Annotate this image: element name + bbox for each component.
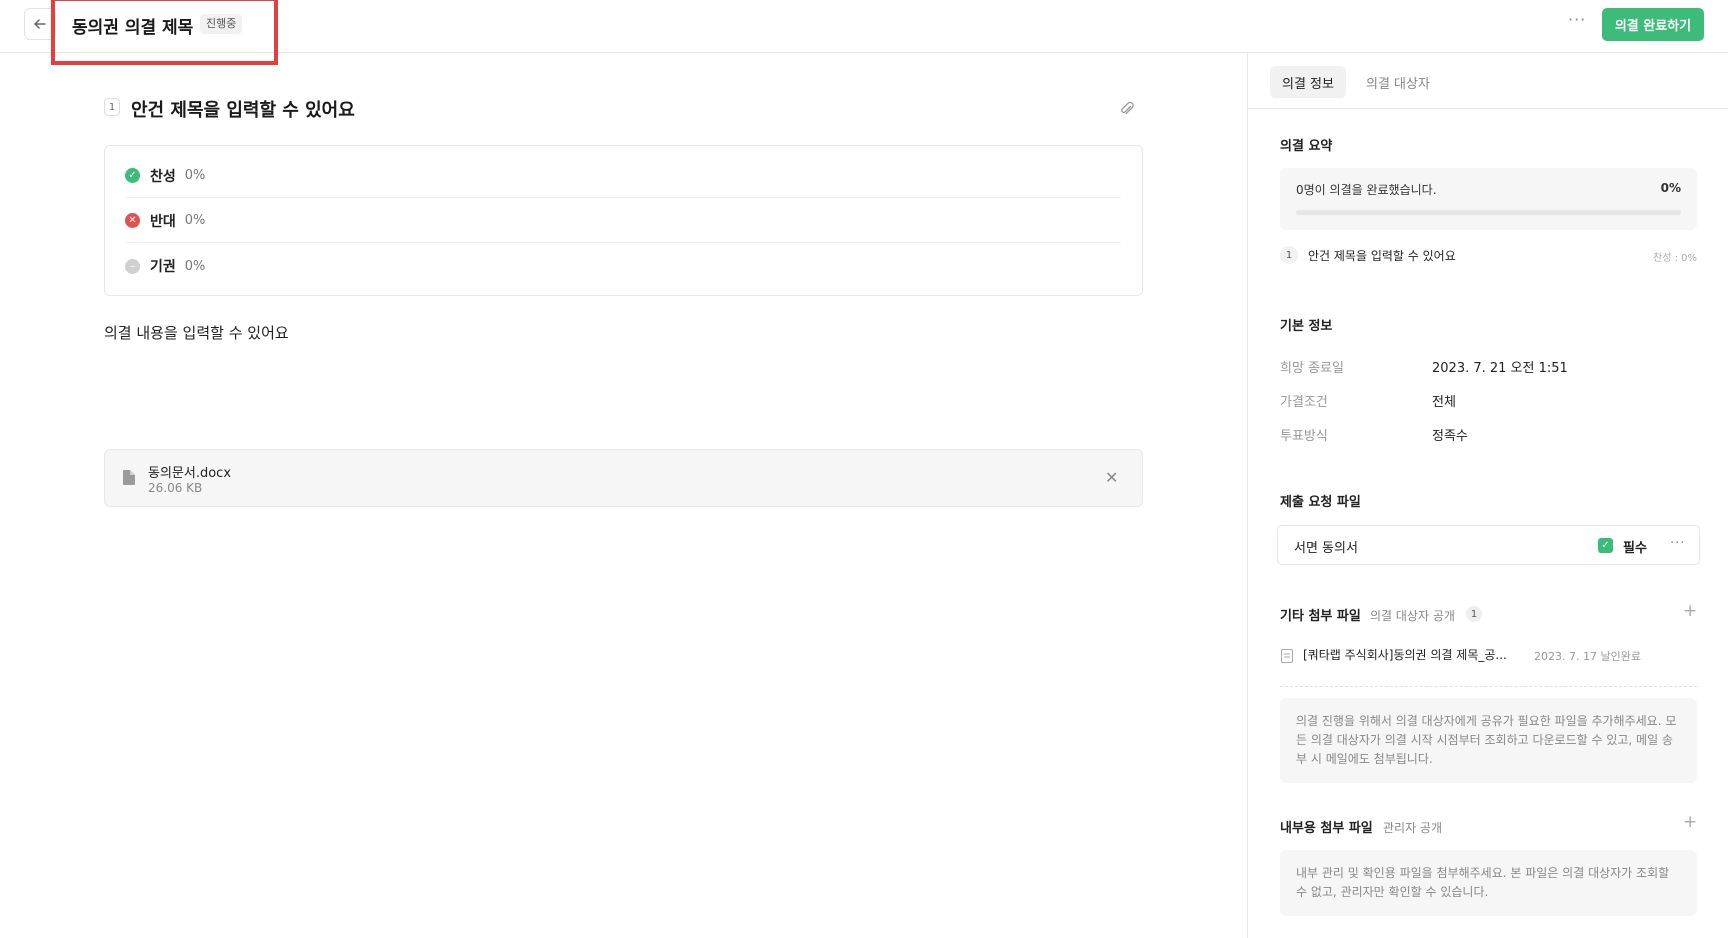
vote-row-reject: ✕ 반대 0% [125,199,1121,243]
internal-files-help: 내부 관리 및 확인용 파일을 첨부해주세요. 본 파일은 의결 대상자가 조회… [1280,850,1697,916]
internal-files-note: 관리자 공개 [1383,821,1443,835]
checkbox-icon[interactable]: ✓ [1598,538,1613,553]
check-circle-icon: ✓ [125,168,140,183]
summary-box: 0명이 의결을 완료했습니다. 0% [1280,168,1697,230]
required-file-row: 서면 동의서 ✓ 필수 ··· [1277,525,1700,565]
complete-vote-button[interactable]: 의결 완료하기 [1602,8,1704,41]
other-files-count: 1 [1466,606,1482,622]
basic-info-heading: 기본 정보 [1280,319,1333,334]
more-icon[interactable]: ··· [1670,536,1685,551]
other-files-note: 의결 대상자 공개 [1370,609,1455,623]
tab-vote-targets[interactable]: 의결 대상자 [1354,66,1442,98]
side-panel: 의결 정보 의결 대상자 의결 요약 0명이 의결을 완료했습니다. 0% 1 … [1247,53,1728,938]
vote-content: 의결 내용을 입력할 수 있어요 [104,324,289,342]
back-arrow-icon [34,19,46,29]
highlight-box [51,0,278,65]
summary-item-stat: 찬성 : 0% [1653,253,1697,264]
x-circle-icon: ✕ [125,213,140,228]
more-icon[interactable]: ··· [1568,10,1586,29]
vote-label: 기권 [150,259,176,275]
close-icon[interactable]: ✕ [1105,468,1118,487]
vote-percent: 0% [184,213,206,228]
abstain-icon: – [125,258,140,274]
info-value-condition: 전체 [1432,395,1456,410]
vote-row-abstain: – 기권 0% [125,244,1121,288]
info-label-method: 투표방식 [1280,429,1328,444]
other-files-help: 의결 진행을 위해서 의결 대상자에게 공유가 필요한 파일을 추가해주세요. … [1280,698,1697,783]
summary-text: 0명이 의결을 완료했습니다. [1296,183,1437,197]
attachment-size: 26.06 KB [148,481,203,495]
tab-vote-info[interactable]: 의결 정보 [1270,66,1346,98]
tab-divider [1248,108,1728,109]
plus-icon[interactable]: + [1683,601,1697,621]
info-label-end-date: 희망 종료일 [1280,361,1344,376]
required-files-heading: 제출 요청 파일 [1280,495,1361,510]
required-label: 필수 [1623,541,1647,556]
summary-item-number: 1 [1280,246,1298,264]
vote-percent: 0% [184,168,206,183]
vote-results-card: ✓ 찬성 0% ✕ 반대 0% – 기권 0% [104,145,1143,296]
vote-row-approve: ✓ 찬성 0% [125,154,1121,198]
summary-heading: 의결 요약 [1280,139,1333,154]
paperclip-icon[interactable] [1118,100,1136,118]
vote-label: 찬성 [150,168,176,185]
other-file-meta: 2023. 7. 17 날인완료 [1534,650,1641,663]
summary-percent: 0% [1660,181,1681,195]
other-file-name[interactable]: [쿼타랩 주식회사]동의권 의결 제목_공... [1303,646,1507,663]
info-label-condition: 가결조건 [1280,395,1328,410]
vote-percent: 0% [184,258,206,274]
other-files-heading: 기타 첨부 파일 [1280,609,1361,624]
internal-files-heading: 내부용 첨부 파일 [1280,821,1373,836]
summary-progress-bar [1296,210,1681,215]
agenda-title: 안건 제목을 입력할 수 있어요 [131,100,355,121]
required-file-name: 서면 동의서 [1294,541,1358,556]
document-icon [1281,649,1293,663]
agenda-number: 1 [104,98,120,116]
divider [1280,686,1697,687]
attachment-name: 동의문서.docx [148,466,232,481]
info-value-end-date: 2023. 7. 21 오전 1:51 [1432,361,1568,376]
plus-icon[interactable]: + [1683,812,1697,832]
document-icon [123,470,135,485]
summary-item-title: 안건 제목을 입력할 수 있어요 [1308,249,1456,263]
vote-label: 반대 [150,213,176,230]
info-value-method: 정족수 [1432,429,1468,444]
attachment-card[interactable]: 동의문서.docx 26.06 KB ✕ [104,449,1143,507]
